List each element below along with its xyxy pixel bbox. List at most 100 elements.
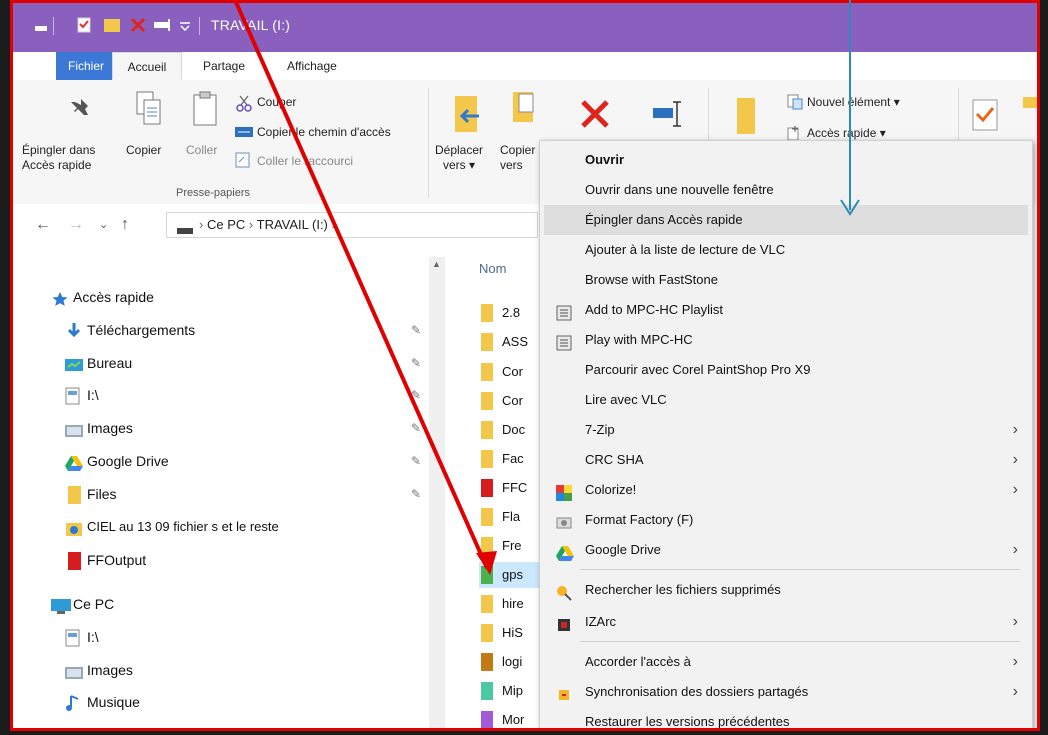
paste-shortcut-button[interactable]: Coller le raccourci <box>257 154 353 168</box>
pin-quick-access-button[interactable]: Épingler dans Accès rapide <box>22 143 95 173</box>
clipboard-group-label: Presse-papiers <box>176 187 250 199</box>
pin-icon: ✎ <box>411 454 422 468</box>
menu-item-izarc[interactable]: IZArc › <box>544 607 1028 637</box>
desktop-icon <box>65 355 83 371</box>
folder-icon <box>65 486 83 504</box>
chevron-right-icon: › <box>1012 541 1018 558</box>
folder-icon <box>479 537 495 555</box>
delete-icon[interactable] <box>579 98 611 133</box>
folder-icon <box>479 392 495 410</box>
cut-button[interactable]: Couper <box>257 95 296 109</box>
address-bar[interactable]: › Ce PC › TRAVAIL (I:) › <box>166 212 538 238</box>
customize-dropdown-icon[interactable] <box>176 16 194 34</box>
paste-button[interactable]: Coller <box>186 143 217 158</box>
new-folder-icon[interactable] <box>735 96 757 139</box>
menu-item-paintshop[interactable]: Parcourir avec Corel PaintShop Pro X9 <box>544 355 1028 385</box>
izarc-icon <box>556 614 572 631</box>
quick-access-button[interactable]: Accès rapide ▾ <box>807 126 886 140</box>
folder-icon <box>479 450 495 468</box>
folder-icon <box>479 421 495 439</box>
rename-icon[interactable] <box>653 98 683 133</box>
menu-item-faststone[interactable]: Browse with FastStone <box>544 265 1028 295</box>
menu-item-sync-shared[interactable]: Synchronisation des dossiers partagés › <box>544 677 1028 707</box>
pin-icon: ✎ <box>411 421 422 435</box>
nav-scrollbar[interactable]: ▲ <box>429 257 445 728</box>
tab-fichier[interactable]: Fichier <box>56 52 112 80</box>
format-factory-icon <box>556 512 572 529</box>
tab-partage[interactable]: Partage <box>191 52 257 80</box>
folder-icon <box>479 711 495 728</box>
context-menu: Ouvrir Ouvrir dans une nouvelle fenêtre … <box>539 140 1033 728</box>
rename-icon[interactable] <box>153 16 171 34</box>
open-icon[interactable] <box>1023 94 1037 113</box>
move-to-button[interactable]: Déplacer vers ▾ <box>435 143 483 173</box>
menu-item-open[interactable]: Ouvrir <box>544 145 1028 175</box>
copy-to-button[interactable]: Copier vers <box>500 143 535 173</box>
ribbon-separator <box>428 88 429 198</box>
menu-item-restore-versions[interactable]: Restaurer les versions précédentes <box>544 707 1028 728</box>
colorize-icon <box>556 482 572 501</box>
copy-icon <box>135 90 163 131</box>
menu-item-mpc-play[interactable]: Play with MPC-HC <box>544 325 1028 355</box>
chevron-right-icon: › <box>1012 613 1018 630</box>
breadcrumb-ce-pc[interactable]: Ce PC <box>207 217 245 232</box>
folder-icon <box>479 566 495 584</box>
copy-path-icon <box>235 125 253 142</box>
menu-item-open-new-window[interactable]: Ouvrir dans une nouvelle fenêtre <box>544 175 1028 205</box>
folder-icon <box>479 624 495 642</box>
star-icon <box>51 289 69 306</box>
menu-item-pin-quick-access[interactable]: Épingler dans Accès rapide <box>544 205 1028 235</box>
paste-icon <box>191 90 219 131</box>
folder-icon <box>479 479 495 497</box>
divider <box>53 17 54 35</box>
delete-icon[interactable] <box>129 16 147 34</box>
up-icon[interactable]: ↑ <box>121 216 129 234</box>
chevron-right-icon: › <box>1012 683 1018 700</box>
divider <box>199 17 200 35</box>
folder-icon <box>479 682 495 700</box>
scroll-up-icon[interactable]: ▲ <box>432 259 441 269</box>
google-drive-icon <box>556 542 574 561</box>
images-icon <box>65 662 83 679</box>
copy-to-icon <box>509 90 539 133</box>
window-menu-icon[interactable] <box>33 16 51 34</box>
column-header-name[interactable]: Nom <box>479 261 506 276</box>
tab-accueil[interactable]: Accueil <box>112 52 182 80</box>
forward-icon[interactable]: → <box>68 216 84 234</box>
drive-icon <box>65 629 83 647</box>
recent-locations-icon[interactable]: ⌄ <box>99 218 108 231</box>
properties-icon[interactable] <box>75 16 93 34</box>
menu-item-vlc-playlist[interactable]: Ajouter à la liste de lecture de VLC <box>544 235 1028 265</box>
copy-button[interactable]: Copier <box>126 143 161 158</box>
folder-icon <box>479 333 495 351</box>
menu-item-grant-access[interactable]: Accorder l'accès à › <box>544 647 1028 677</box>
breadcrumb-travail[interactable]: TRAVAIL (I:) <box>257 217 328 232</box>
menu-item-search-deleted[interactable]: Rechercher les fichiers supprimés <box>544 575 1028 605</box>
tab-affichage[interactable]: Affichage <box>275 52 349 80</box>
properties-icon[interactable] <box>971 98 1001 135</box>
menu-item-mpc-playlist[interactable]: Add to MPC-HC Playlist <box>544 295 1028 325</box>
computer-icon <box>51 596 71 614</box>
drive-icon <box>177 223 193 238</box>
new-folder-icon[interactable] <box>103 16 121 34</box>
scissors-icon <box>235 94 253 115</box>
menu-item-google-drive[interactable]: Google Drive › <box>544 535 1028 565</box>
menu-item-crc-sha[interactable]: CRC SHA › <box>544 445 1028 475</box>
drive-icon <box>65 387 83 405</box>
search-deleted-icon <box>556 582 572 601</box>
copy-path-button[interactable]: Copier le chemin d'accès <box>257 125 391 139</box>
menu-item-format-factory[interactable]: Format Factory (F) <box>544 505 1028 535</box>
file-row-selected[interactable]: gps <box>479 562 539 588</box>
mpc-icon <box>556 302 572 321</box>
menu-item-play-vlc[interactable]: Lire avec VLC <box>544 385 1028 415</box>
folder-icon <box>479 363 495 381</box>
back-icon[interactable]: ← <box>35 216 51 234</box>
new-item-button[interactable]: Nouvel élément ▾ <box>807 95 900 109</box>
menu-item-colorize[interactable]: Colorize! › <box>544 475 1028 505</box>
pin-icon: ✎ <box>411 323 422 337</box>
download-icon <box>65 322 83 338</box>
explorer-window: TRAVAIL (I:) Fichier Accueil Partage Aff… <box>10 0 1040 731</box>
menu-separator <box>580 569 1020 570</box>
folder-icon <box>65 519 83 536</box>
menu-item-7zip[interactable]: 7-Zip › <box>544 415 1028 445</box>
